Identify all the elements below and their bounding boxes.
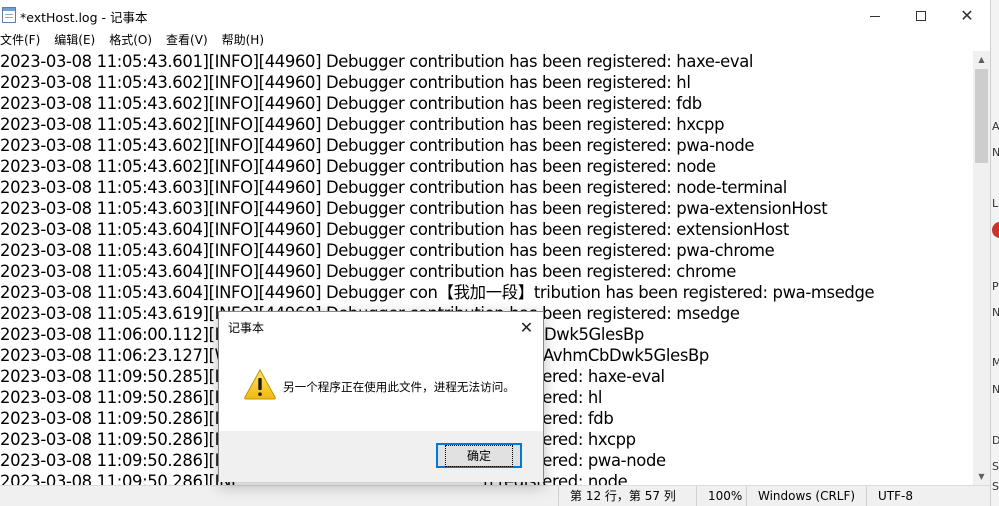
menu-view[interactable]: 查看(V): [166, 31, 216, 51]
text-line: 2023-03-08 11:05:43.604][INFO][44960] De…: [0, 220, 789, 239]
bg-text: La: [992, 197, 999, 210]
bg-text: N: [992, 306, 999, 319]
warning-icon: [244, 368, 276, 400]
scrollbar-thumb[interactable]: [975, 69, 988, 163]
title-bar: *extHost.log - 记事本 ✕: [0, 0, 990, 32]
menu-format[interactable]: 格式(O): [109, 31, 160, 51]
bg-text: De: [992, 434, 999, 447]
bg-text: N: [992, 146, 999, 159]
dialog-message: 另一个程序正在使用此文件，进程无法访问。: [283, 380, 515, 394]
text-line: 2023-03-08 11:05:43.603][INFO][44960] De…: [0, 178, 788, 197]
bg-text: M: [992, 356, 999, 369]
dialog-close-button[interactable]: ✕: [509, 312, 544, 342]
zoom-level: 100%: [696, 486, 746, 506]
encoding: UTF-8: [866, 486, 990, 506]
maximize-icon: [916, 11, 926, 21]
menu-help[interactable]: 帮助(H): [222, 31, 272, 51]
close-icon: ✕: [519, 317, 534, 337]
error-dialog: 记事本 ✕ 另一个程序正在使用此文件，进程无法访问。 确定: [218, 311, 544, 482]
menu-bar: 文件(F) 编辑(E) 格式(O) 查看(V) 帮助(H): [0, 31, 990, 51]
menu-edit[interactable]: 编辑(E): [54, 31, 103, 51]
ok-button[interactable]: 确定: [436, 443, 522, 468]
text-line: 2023-03-08 11:05:43.604][INFO][44960] De…: [0, 283, 875, 302]
notepad-icon: [2, 7, 16, 23]
close-icon: ✕: [960, 6, 974, 25]
minimize-icon: [870, 15, 880, 17]
text-line: 2023-03-08 11:05:43.602][INFO][44960] De…: [0, 157, 716, 176]
text-line: 2023-03-08 11:05:43.603][INFO][44960] De…: [0, 199, 828, 218]
bg-text: As: [992, 120, 999, 133]
cursor-position: 第 12 行，第 57 列: [558, 486, 696, 506]
bg-text: Pr: [992, 280, 999, 293]
text-line: 2023-03-08 11:05:43.602][INFO][44960] De…: [0, 136, 755, 155]
vertical-scrollbar[interactable]: ▲ ▼: [973, 51, 990, 485]
ok-button-label: 确定: [444, 444, 514, 467]
scroll-up-arrow-icon[interactable]: ▲: [973, 51, 990, 68]
dialog-title: 记事本: [228, 321, 265, 335]
text-line: 2023-03-08 11:05:43.604][INFO][44960] De…: [0, 241, 775, 260]
bg-text: Sh: [992, 480, 999, 493]
background-window: As N La Pr N M N De Sh Sh: [990, 0, 999, 506]
maximize-button[interactable]: [898, 0, 944, 32]
line-ending: Windows (CRLF): [746, 486, 866, 506]
scroll-down-arrow-icon[interactable]: ▼: [973, 468, 990, 485]
menu-file[interactable]: 文件(F): [0, 31, 48, 51]
status-bar: 第 12 行，第 57 列 100% Windows (CRLF) UTF-8: [0, 485, 990, 506]
avatar: [992, 222, 999, 238]
text-line: 2023-03-08 11:05:43.602][INFO][44960] De…: [0, 115, 725, 134]
bg-text: Sh: [992, 460, 999, 473]
bg-text: N: [992, 383, 999, 396]
window-title: *extHost.log - 记事本: [20, 10, 148, 25]
text-line: 2023-03-08 11:05:43.604][INFO][44960] De…: [0, 262, 737, 281]
text-line: 2023-03-08 11:05:43.602][INFO][44960] De…: [0, 73, 691, 92]
close-button[interactable]: ✕: [944, 0, 990, 32]
minimize-button[interactable]: [852, 0, 898, 32]
text-line: 2023-03-08 11:05:43.601][INFO][44960] De…: [0, 52, 754, 71]
dialog-footer: 确定: [219, 431, 543, 482]
text-line: 2023-03-08 11:05:43.602][INFO][44960] De…: [0, 94, 702, 113]
